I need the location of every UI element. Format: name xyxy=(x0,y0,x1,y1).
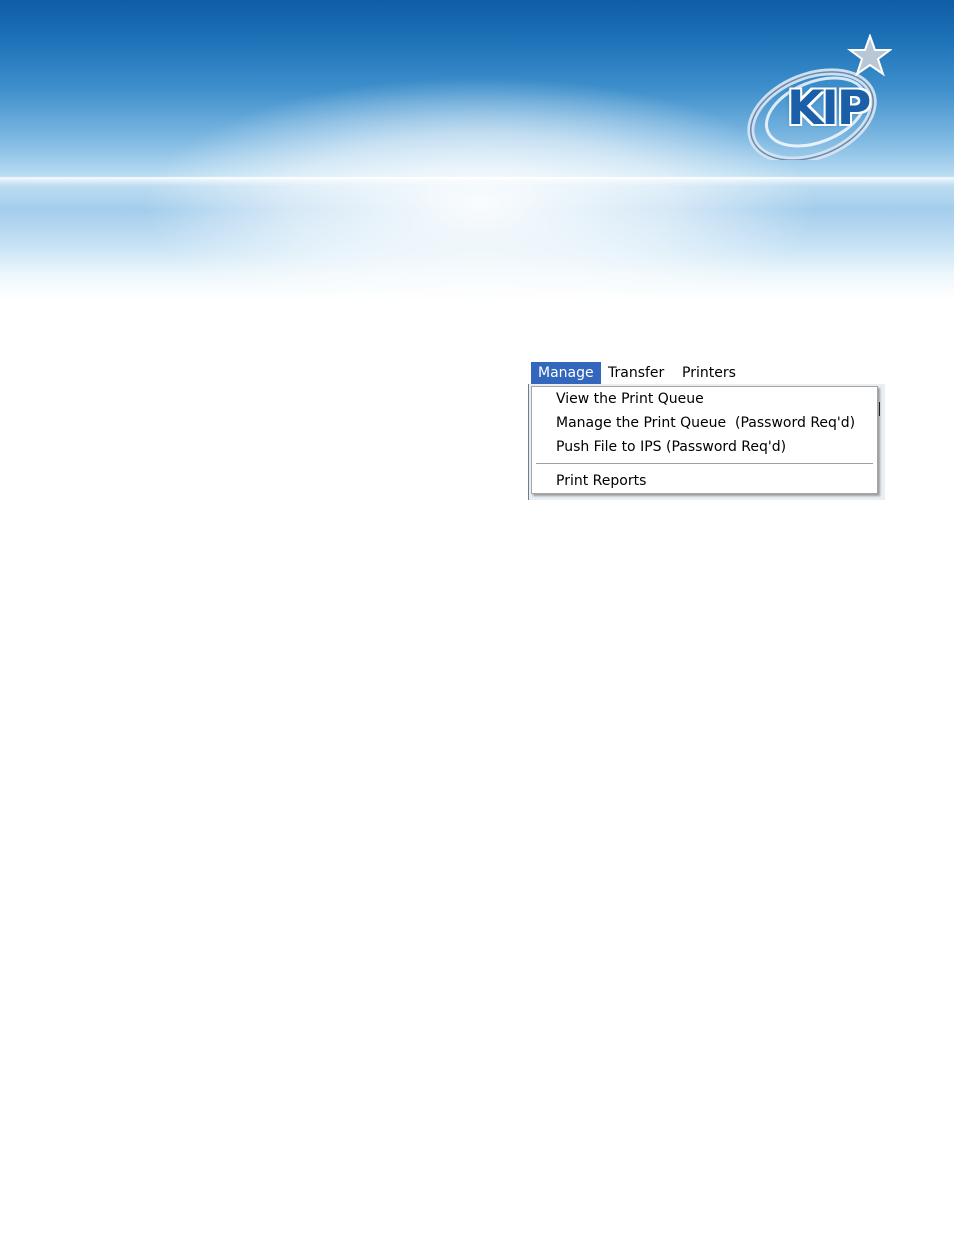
header-divider-line xyxy=(0,177,954,179)
menu-item-print-reports[interactable]: Print Reports xyxy=(556,470,646,492)
menu-separator xyxy=(536,463,873,465)
menu-item-view-print-queue[interactable]: View the Print Queue xyxy=(556,388,704,410)
menu-screenshot: Manage Transfer Printers View the Print … xyxy=(528,362,885,500)
background-edge-mark xyxy=(879,402,883,416)
kip-logo-text: KIP xyxy=(787,81,871,136)
manage-dropdown-menu: View the Print Queue Manage the Print Qu… xyxy=(531,386,878,494)
menu-item-manage-print-queue[interactable]: Manage the Print Queue (Password Req'd) xyxy=(556,412,855,434)
menu-transfer[interactable]: Transfer xyxy=(601,362,673,384)
menu-bar: Manage Transfer Printers xyxy=(528,362,884,384)
menu-manage[interactable]: Manage xyxy=(531,362,601,384)
menu-printers[interactable]: Printers xyxy=(675,362,745,384)
menu-item-push-file-to-ips[interactable]: Push File to IPS (Password Req'd) xyxy=(556,436,786,458)
